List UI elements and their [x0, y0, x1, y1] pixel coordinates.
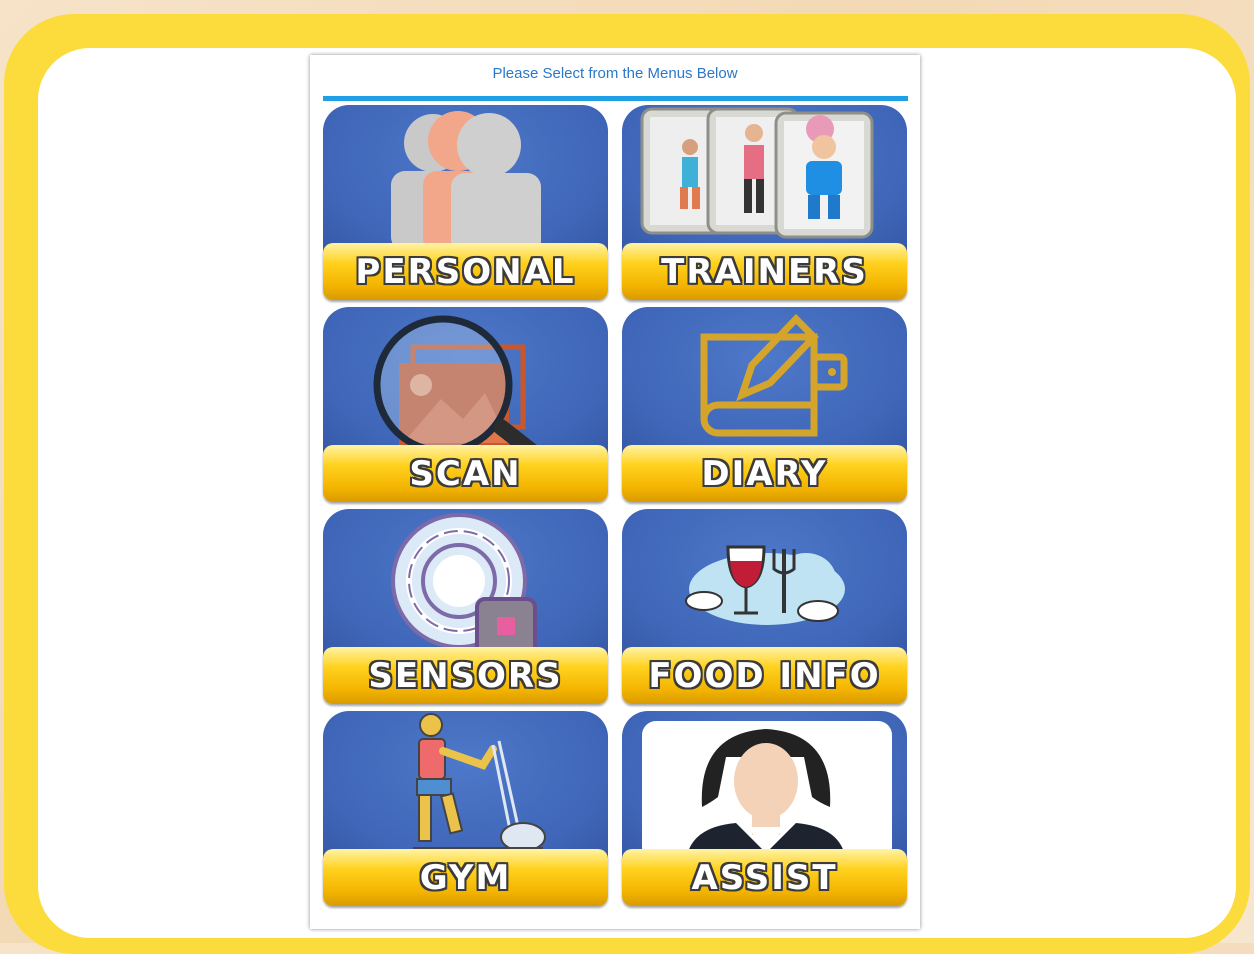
app-screen: Please Select from the Menus Below PERSO…: [310, 55, 920, 929]
tile-label: ASSIST: [622, 849, 907, 906]
food-icon: [685, 545, 845, 625]
diary-icon: [700, 313, 848, 437]
menu-tile-diary[interactable]: DIARY: [622, 307, 907, 502]
trainers-icon: [640, 107, 874, 239]
tile-background: [323, 509, 608, 659]
menu-tile-food-info[interactable]: FOOD INFO: [622, 509, 907, 704]
tile-background: [323, 105, 608, 255]
header-divider: [323, 96, 908, 101]
menu-tile-trainers[interactable]: TRAINERS: [622, 105, 907, 300]
tile-label: PERSONAL: [323, 243, 608, 300]
tile-label: DIARY: [622, 445, 907, 502]
tile-label: SCAN: [323, 445, 608, 502]
tile-background: [622, 509, 907, 659]
tile-background: [622, 105, 907, 255]
menu-tile-sensors[interactable]: SENSORS: [323, 509, 608, 704]
menu-tile-assist[interactable]: ASSIST: [622, 711, 907, 906]
tile-label: FOOD INFO: [622, 647, 907, 704]
tile-background: [622, 307, 907, 457]
tile-label: TRAINERS: [622, 243, 907, 300]
menu-tile-personal[interactable]: PERSONAL: [323, 105, 608, 300]
magnifier-image-icon: [373, 315, 553, 457]
tile-background: [323, 711, 608, 861]
menu-tile-gym[interactable]: GYM: [323, 711, 608, 906]
tile-background: [323, 307, 608, 457]
tile-label: SENSORS: [323, 647, 608, 704]
tile-background: [622, 711, 907, 861]
users-icon: [391, 111, 541, 255]
gym-icon: [413, 713, 546, 852]
tile-label: GYM: [323, 849, 608, 906]
page-title: Please Select from the Menus Below: [492, 65, 738, 82]
assistant-icon: [642, 721, 892, 861]
sensor-icon: [391, 513, 537, 657]
menu-tile-scan[interactable]: SCAN: [323, 307, 608, 502]
